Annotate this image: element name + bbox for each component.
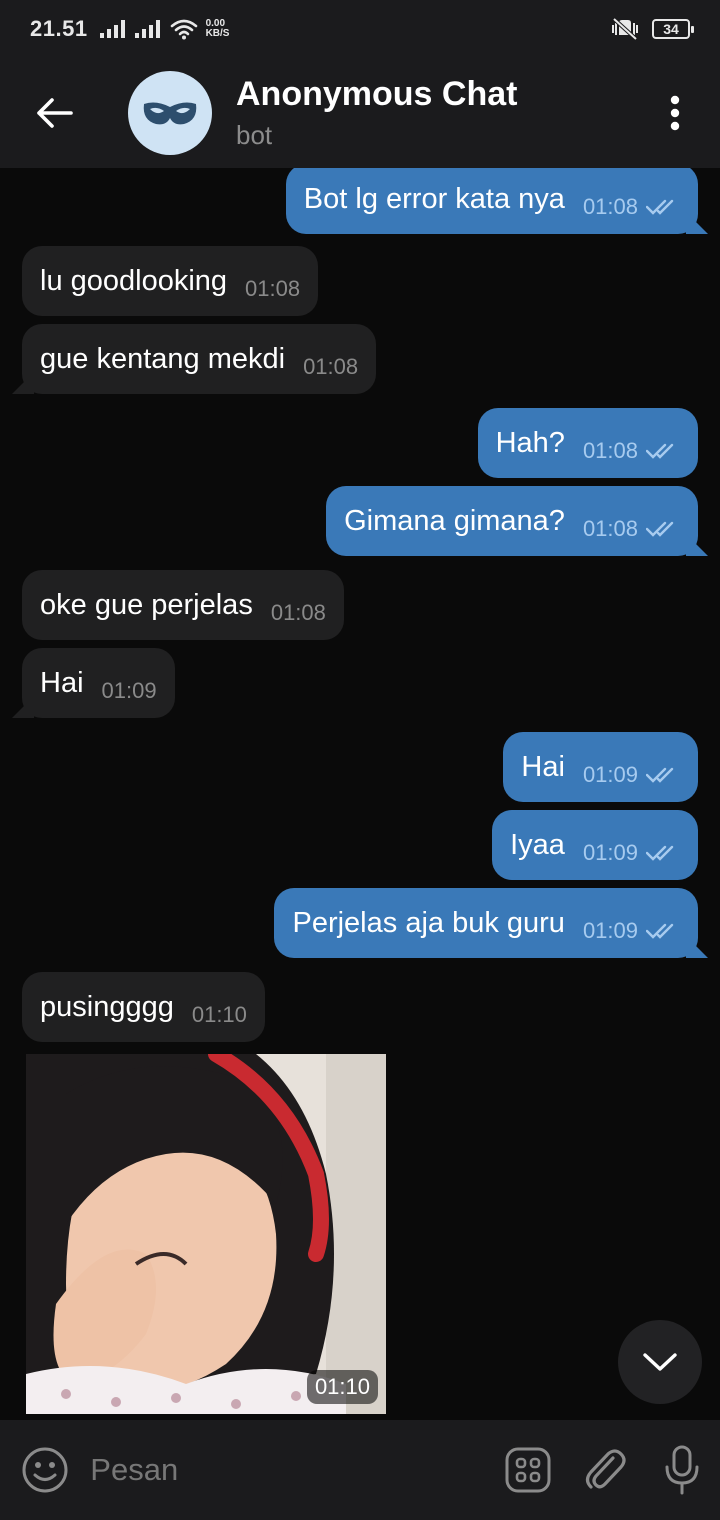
message-text: Gimana gimana? xyxy=(344,504,565,537)
message-time: 01:09 xyxy=(582,762,638,787)
message-time: 01:08 xyxy=(582,516,638,541)
scroll-to-bottom-button[interactable] xyxy=(618,1320,702,1404)
message-bubble-incoming[interactable]: oke gue perjelas 01:08 xyxy=(22,570,344,640)
message-text: gue kentang mekdi xyxy=(40,342,286,375)
wifi-icon xyxy=(170,18,198,40)
message-time: 01:08 xyxy=(582,438,638,463)
message-bubble-incoming[interactable]: pusingggg 01:10 xyxy=(22,972,265,1042)
double-check-icon xyxy=(646,443,680,459)
message-text: Hai xyxy=(521,750,565,783)
more-options-button[interactable] xyxy=(630,58,720,168)
message-input[interactable] xyxy=(90,1440,490,1500)
message-bubble-outgoing[interactable]: Hai 01:09 xyxy=(503,732,698,802)
message-time: 01:08 xyxy=(245,276,301,301)
message-list[interactable]: Bot lg error kata nya 01:08 lu goodlooki… xyxy=(0,168,720,1420)
double-check-icon xyxy=(646,923,680,939)
avatar[interactable] xyxy=(128,71,212,155)
photo-message[interactable]: 01:10 xyxy=(26,1054,386,1414)
more-vertical-icon xyxy=(670,95,680,131)
double-check-icon xyxy=(646,521,680,537)
message-input-bar xyxy=(0,1420,720,1520)
message-bubble-outgoing[interactable]: Iyaa 01:09 xyxy=(492,810,698,880)
photo-time: 01:10 xyxy=(306,1370,378,1404)
double-check-icon xyxy=(646,767,680,783)
message-time: 01:08 xyxy=(582,194,638,219)
bot-commands-button[interactable] xyxy=(489,1420,566,1520)
message-text: Bot lg error kata nya xyxy=(303,182,565,215)
message-text: Perjelas aja buk guru xyxy=(292,906,565,939)
network-speed-unit: KB/S xyxy=(205,28,230,39)
status-time: 21.51 xyxy=(30,16,88,41)
emoji-button[interactable] xyxy=(0,1420,90,1520)
mask-icon xyxy=(142,98,198,128)
microphone-icon xyxy=(664,1445,700,1495)
message-bubble-incoming[interactable]: Hai 01:09 xyxy=(22,648,175,718)
voice-message-button[interactable] xyxy=(643,1420,720,1520)
message-time: 01:09 xyxy=(582,840,638,865)
message-time: 01:10 xyxy=(191,1002,247,1027)
message-time: 01:08 xyxy=(303,354,359,379)
message-bubble-outgoing[interactable]: Bot lg error kata nya 01:08 xyxy=(285,168,698,234)
paperclip-icon xyxy=(583,1446,627,1494)
chat-header: Anonymous Chat bot xyxy=(0,58,720,168)
message-bubble-incoming[interactable]: gue kentang mekdi 01:08 xyxy=(22,324,377,394)
status-bar: 21.51 0.00 KB/S 34 xyxy=(0,0,720,58)
message-bubble-outgoing[interactable]: Perjelas aja buk guru 01:09 xyxy=(274,888,698,958)
message-text: pusingggg xyxy=(40,990,174,1023)
photo-image xyxy=(26,1054,386,1414)
message-text: oke gue perjelas xyxy=(40,588,253,621)
message-time: 01:09 xyxy=(101,678,157,703)
message-time: 01:09 xyxy=(582,918,638,943)
back-button[interactable] xyxy=(0,58,110,168)
vibrate-off-icon xyxy=(610,17,640,41)
double-check-icon xyxy=(646,199,680,215)
smiley-icon xyxy=(21,1446,69,1494)
attach-button[interactable] xyxy=(566,1420,643,1520)
message-text: Iyaa xyxy=(510,828,565,861)
chevron-down-icon xyxy=(643,1352,677,1372)
double-check-icon xyxy=(646,845,680,861)
message-bubble-outgoing[interactable]: Gimana gimana? 01:08 xyxy=(326,486,698,556)
signal-icon xyxy=(134,20,160,38)
message-text: Hai xyxy=(40,666,84,699)
chat-subtitle: bot xyxy=(236,120,273,150)
signal-icon xyxy=(99,20,125,38)
message-text: lu goodlooking xyxy=(40,264,228,297)
arrow-left-icon xyxy=(37,98,73,128)
chat-title: Anonymous Chat xyxy=(236,75,518,113)
message-text: Hah? xyxy=(495,426,565,459)
message-bubble-outgoing[interactable]: Hah? 01:08 xyxy=(477,408,698,478)
message-bubble-incoming[interactable]: lu goodlooking 01:08 xyxy=(22,246,319,316)
battery-indicator: 34 xyxy=(652,19,694,39)
network-speed: 0.00 KB/S xyxy=(206,19,230,39)
chat-title-block[interactable]: Anonymous Chat bot xyxy=(236,75,517,151)
message-time: 01:08 xyxy=(270,600,326,625)
chat-screen: 21.51 0.00 KB/S 34 Anonymous Chat bot Bo… xyxy=(0,0,720,1520)
status-right: 34 xyxy=(610,17,694,41)
bot-menu-icon xyxy=(505,1447,551,1493)
